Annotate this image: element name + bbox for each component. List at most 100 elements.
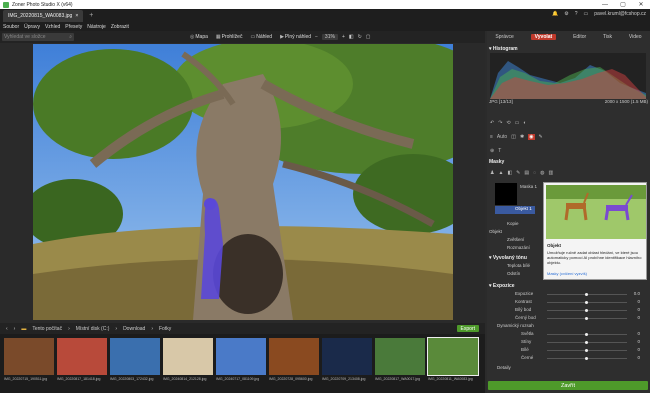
minimize-button[interactable]: —	[596, 0, 614, 9]
browser-button[interactable]: ▦Prohlížeč	[216, 34, 243, 40]
new-tab-button[interactable]: +	[89, 12, 93, 19]
bell-icon[interactable]: 🔔	[552, 11, 558, 17]
filmstrip-thumb[interactable]: IMG_20220811_WA0083.jpg	[427, 337, 479, 385]
mode-tisk[interactable]: Tisk	[603, 34, 612, 40]
filter-icon[interactable]: ✱	[520, 134, 524, 140]
mode-spravce[interactable]: Správce	[495, 34, 513, 40]
menu-zobrazit[interactable]: Zobrazit	[111, 24, 129, 30]
redo-icon[interactable]: ↷	[498, 120, 502, 126]
color-mask-icon[interactable]: ◍	[540, 170, 544, 176]
menu-upravy[interactable]: Úpravy	[24, 24, 40, 30]
menu-presety[interactable]: Přesety	[65, 24, 82, 30]
black-point-slider[interactable]	[547, 317, 627, 320]
filmstrip-thumb[interactable]: IMG_20220817_WA0017.jpg	[375, 338, 425, 385]
back-icon[interactable]: ‹	[6, 326, 8, 332]
highlights-slider[interactable]	[547, 333, 627, 336]
transform-icon[interactable]: ⊕	[490, 148, 494, 154]
close-button-main[interactable]: Zavřít	[488, 381, 648, 390]
white-point-slider[interactable]	[547, 309, 627, 312]
close-button[interactable]: ✕	[632, 0, 650, 9]
path-download[interactable]: Download	[123, 326, 145, 332]
exposure-slider[interactable]	[547, 293, 627, 296]
zoom-in-icon[interactable]: +	[342, 34, 345, 40]
menu-nastroje[interactable]: Nástroje	[87, 24, 106, 30]
filmstrip-thumb[interactable]: IMG_20220709_213408.jpg	[322, 338, 372, 385]
filmstrip-thumb[interactable]: IMG_20220715_190511.jpg	[4, 338, 54, 385]
contrast-value[interactable]: 0	[637, 299, 640, 304]
menu-soubor[interactable]: Soubor	[3, 24, 19, 30]
white-point-value[interactable]: 0	[637, 307, 640, 312]
text-icon[interactable]: T	[498, 148, 501, 154]
crop-icon[interactable]: ▭	[515, 120, 520, 126]
path-fotky[interactable]: Fotky	[159, 326, 171, 332]
mode-vyvolat[interactable]: Vyvolat	[530, 34, 557, 40]
main-photo[interactable]	[33, 44, 453, 320]
undo-icon[interactable]: ↶	[490, 120, 494, 126]
rotate-icon[interactable]: ↻	[358, 34, 362, 40]
exposure-value[interactable]: 0.0	[634, 291, 640, 296]
search-input[interactable]: Vyhledat ve složce ⌕	[2, 33, 74, 41]
clone-icon[interactable]: ◐	[523, 120, 526, 126]
mode-video[interactable]: Video	[629, 34, 642, 40]
camera-icon[interactable]: ◫	[511, 134, 516, 140]
black-point-value[interactable]: 0	[637, 315, 640, 320]
brush-icon[interactable]: ✎	[539, 134, 543, 140]
forward-icon[interactable]: ›	[14, 326, 16, 332]
blacks-value[interactable]: 0	[637, 355, 640, 360]
highlights-value[interactable]: 0	[637, 331, 640, 336]
mode-editor[interactable]: Editor	[573, 34, 586, 40]
filmstrip-thumb[interactable]: IMG_20220728_095600.jpg	[269, 338, 319, 385]
history-icon[interactable]: ⟲	[506, 120, 510, 126]
brush-mask-icon[interactable]: ✎	[516, 170, 520, 176]
zoom-level[interactable]: 31%	[321, 34, 338, 40]
filmstrip-thumb[interactable]: IMG_20240814_212128.jpg	[163, 338, 213, 385]
export-button[interactable]: Export	[456, 325, 479, 332]
preview-button[interactable]: ▭Náhled	[250, 34, 272, 40]
filmstrip-thumb[interactable]: IMG_20220803_172432.jpg	[110, 338, 160, 385]
menu-vzhled[interactable]: Vzhled	[45, 24, 60, 30]
help-icon[interactable]: ?	[575, 11, 578, 17]
maximize-button[interactable]: ▢	[614, 0, 632, 9]
settings-icon[interactable]: ⚙	[564, 11, 568, 17]
mask-object-item[interactable]: Objekt 1	[495, 206, 535, 214]
mask-icon[interactable]: ◉	[528, 134, 535, 140]
auto-button[interactable]: Auto	[497, 134, 507, 140]
filmstrip-toolbar: ‹ › ▬ Tento počítač › Místní disk (C:) ›…	[0, 323, 485, 334]
object-mask-icon[interactable]: ◧	[507, 170, 512, 176]
whites-value[interactable]: 0	[637, 347, 640, 352]
sky-mask-icon[interactable]: ▲	[498, 170, 503, 176]
mask-thumbnail[interactable]	[495, 183, 517, 205]
filmstrip-thumb[interactable]: IMG_20220817_181418.jpg	[57, 338, 107, 385]
thumb-caption: IMG_20220817_181418.jpg	[57, 377, 101, 381]
zoom-out-icon[interactable]: −	[315, 34, 318, 40]
menu-icon[interactable]: ≡	[490, 134, 493, 140]
path-pc[interactable]: Tento počítač	[32, 326, 62, 332]
exposure-header[interactable]: ▾ Expozice	[489, 283, 648, 289]
path-disk[interactable]: Místní disk (C:)	[76, 326, 110, 332]
tooltip-body: Umožňuje ručně zadat oblast hledání, ve …	[547, 250, 642, 265]
thumb-image	[269, 338, 319, 375]
fullscreen-button[interactable]: ▶Plný náhled	[280, 34, 311, 40]
close-tab-icon[interactable]: ×	[75, 13, 78, 19]
tint-label: Odstín	[507, 271, 521, 276]
user-email[interactable]: pavel.kruml@fcshop.cz	[594, 11, 646, 17]
lock-icon[interactable]: ▢	[366, 34, 371, 40]
map-button[interactable]: ◎Mapa	[190, 34, 208, 40]
tooltip-link[interactable]: Masky (cvičení vyzvíš)	[547, 271, 587, 276]
person-mask-icon[interactable]: ♟	[490, 170, 494, 176]
histogram-header[interactable]: ▾ Histogram	[489, 46, 648, 52]
radial-mask-icon[interactable]: ◌	[533, 170, 536, 176]
masks-header[interactable]: Masky	[489, 159, 648, 165]
contrast-slider[interactable]	[547, 301, 627, 304]
shadows-value[interactable]: 0	[637, 339, 640, 344]
whites-slider[interactable]	[547, 349, 627, 352]
compare-icon[interactable]: ◧	[349, 34, 354, 40]
shadows-slider[interactable]	[547, 341, 627, 344]
tab-image[interactable]: IMG_20220815_WA0083.jpg ×	[3, 10, 84, 22]
panel-icon[interactable]: ▭	[584, 11, 589, 17]
range-mask-icon[interactable]: ▥	[548, 170, 553, 176]
blacks-slider[interactable]	[547, 357, 627, 360]
filmstrip-thumb[interactable]: IMG_20240717_081109.jpg	[216, 338, 266, 385]
mask-name[interactable]: Maska 1	[520, 184, 537, 189]
gradient-mask-icon[interactable]: ▤	[524, 170, 529, 176]
